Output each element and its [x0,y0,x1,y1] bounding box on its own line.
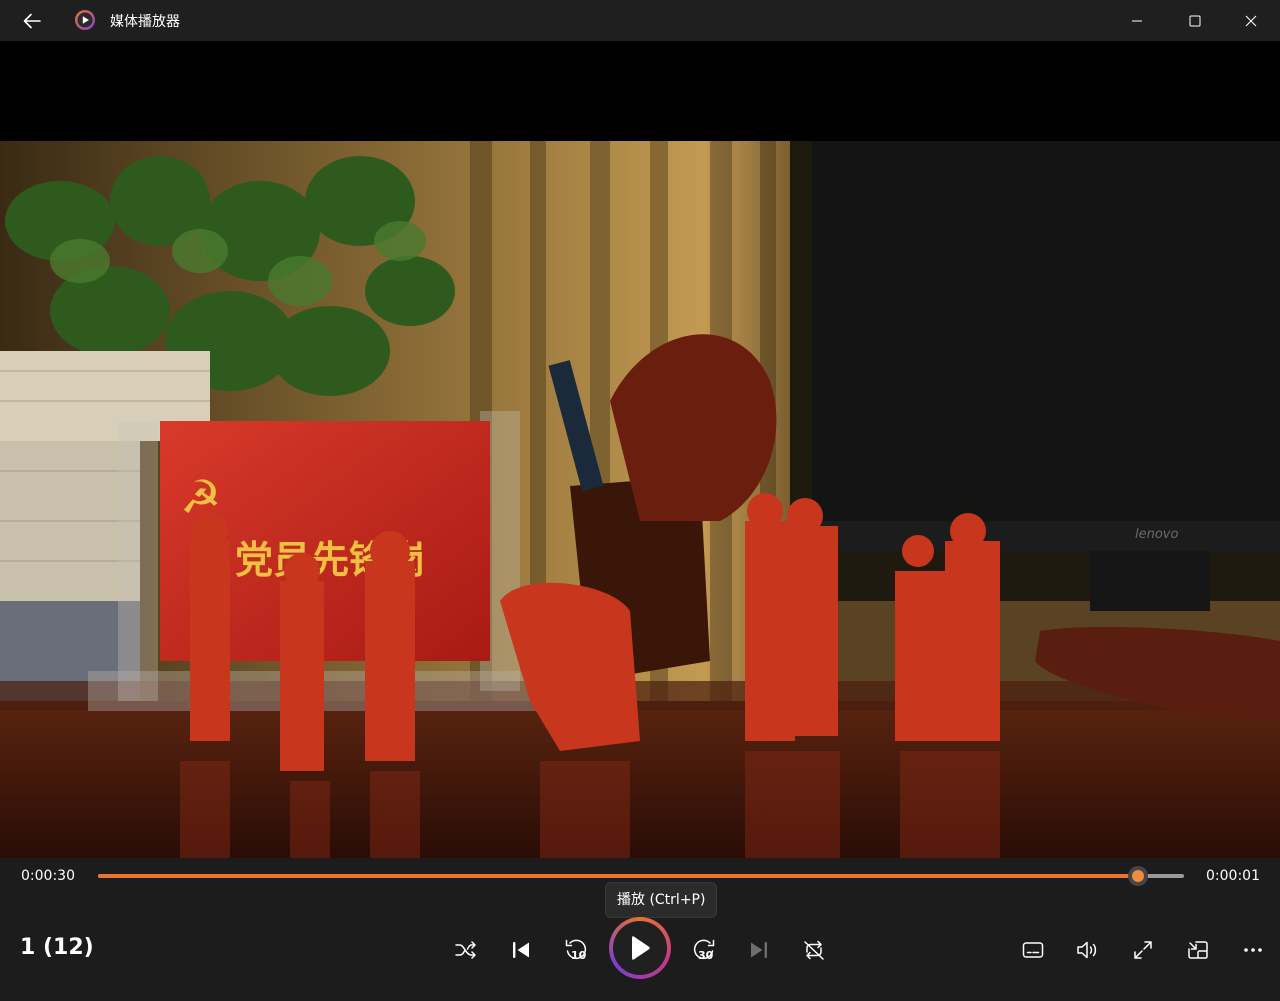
seek-thumb[interactable] [1128,866,1149,886]
skip-back-10-icon: 10 [565,939,587,962]
play-button-inner [613,921,667,975]
mini-player-icon [1188,941,1208,959]
repeat-button[interactable] [794,930,834,970]
back-arrow-icon [23,13,41,29]
mini-player-button[interactable] [1178,930,1218,970]
repeat-icon [804,940,824,960]
play-button[interactable] [609,917,671,979]
shuffle-icon [455,941,476,959]
skip-back-seconds: 10 [571,949,587,962]
minimize-icon [1132,20,1142,21]
video-frame: lenovo ☭ 党员先锋岗 [0,141,1280,858]
track-label: 1 (12) [20,935,94,960]
fullscreen-button[interactable] [1123,930,1163,970]
remaining-time: 0:00:01 [1206,868,1260,884]
play-icon [632,936,650,960]
close-icon [1245,15,1257,26]
next-button[interactable] [739,930,779,970]
title-bar: 媒体播放器 [0,0,1280,41]
app-icon [74,9,96,31]
fullscreen-icon [1134,941,1152,959]
transport-controls: 0:00:30 0:00:01 播放 (Ctrl+P) 1 (12) 10 30 [0,858,1280,1001]
close-button[interactable] [1222,0,1280,41]
play-tooltip: 播放 (Ctrl+P) [605,882,718,918]
more-icon [1244,948,1262,952]
previous-button[interactable] [501,930,541,970]
seek-bar[interactable] [98,866,1184,886]
volume-icon [1077,941,1097,959]
skip-forward-button[interactable]: 30 [684,930,724,970]
subtitles-button[interactable] [1013,930,1053,970]
back-button[interactable] [18,10,46,32]
next-icon [751,942,767,958]
minimize-button[interactable] [1108,0,1166,41]
video-surface[interactable]: lenovo ☭ 党员先锋岗 [0,41,1280,858]
skip-forward-seconds: 30 [698,949,714,962]
monitor-brand: lenovo [1135,527,1178,542]
seek-bar-progress [98,874,1139,878]
maximize-icon [1189,15,1201,26]
shuffle-button[interactable] [446,930,486,970]
more-options-button[interactable] [1233,930,1273,970]
elapsed-time: 0:00:30 [21,868,75,884]
previous-icon [513,942,529,958]
subtitles-icon [1022,942,1044,958]
skip-back-button[interactable]: 10 [556,930,596,970]
skip-forward-30-icon: 30 [693,939,715,962]
volume-button[interactable] [1068,930,1108,970]
maximize-button[interactable] [1166,0,1224,41]
window-title: 媒体播放器 [110,14,180,30]
